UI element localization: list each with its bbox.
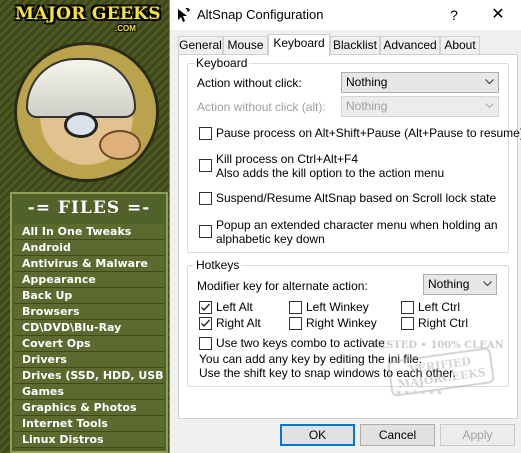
suspend-resume-label: Suspend/Resume AltSnap based on Scroll l… xyxy=(216,191,497,205)
checkmark-icon xyxy=(201,303,211,312)
modifier-key-label: Modifier key for alternate action: xyxy=(197,279,368,293)
action-without-click-select[interactable]: Nothing xyxy=(341,72,499,93)
files-menu: -= FILES =- All In One Tweaks Android An… xyxy=(10,192,168,453)
right-winkey-checkbox[interactable] xyxy=(289,317,302,330)
tab-blacklist[interactable]: Blacklist xyxy=(330,36,380,55)
category-link[interactable]: Drivers xyxy=(14,352,164,368)
altsnap-config-dialog: AltSnap Configuration ? ✕ General Mouse … xyxy=(169,0,521,453)
help-button[interactable]: ? xyxy=(436,4,472,26)
category-link[interactable]: All In One Tweaks xyxy=(14,224,164,240)
keyboard-tab-panel: Keyboard Action without click: Nothing A… xyxy=(178,54,521,419)
chevron-down-icon xyxy=(485,79,494,87)
cancel-button[interactable]: Cancel xyxy=(360,424,435,446)
modifier-key-value: Nothing xyxy=(428,277,470,291)
close-button[interactable]: ✕ xyxy=(480,4,516,26)
left-ctrl-checkbox[interactable] xyxy=(401,301,414,314)
left-winkey-checkbox[interactable] xyxy=(289,301,302,314)
kill-process-sublabel: Also adds the kill option to the action … xyxy=(216,166,445,180)
chevron-down-icon xyxy=(485,103,494,111)
category-link[interactable]: Games xyxy=(14,384,164,400)
category-link[interactable]: Browsers xyxy=(14,304,164,320)
tab-general[interactable]: General xyxy=(178,36,223,55)
logo-subtext: .COM xyxy=(115,24,136,33)
popup-char-menu-label: Popup an extended character menu when ho… xyxy=(216,218,498,232)
category-link[interactable]: Graphics & Photos xyxy=(14,400,164,416)
action-without-click-alt-select[interactable]: Nothing xyxy=(341,96,499,117)
files-category-list: All In One Tweaks Android Antivirus & Ma… xyxy=(12,224,166,448)
right-alt-label: Right Alt xyxy=(216,316,261,330)
tab-about[interactable]: About xyxy=(440,36,480,55)
category-link[interactable]: Linux Distros xyxy=(14,432,164,448)
popup-char-menu-checkbox[interactable] xyxy=(199,225,212,238)
ok-button[interactable]: OK xyxy=(280,424,355,446)
left-alt-checkbox[interactable] xyxy=(199,301,212,314)
tab-advanced[interactable]: Advanced xyxy=(380,36,440,55)
pause-process-checkbox[interactable] xyxy=(199,127,212,140)
right-alt-checkbox[interactable] xyxy=(199,317,212,330)
action-without-click-value: Nothing xyxy=(346,75,388,89)
category-link[interactable]: Internet Tools xyxy=(14,416,164,432)
category-link[interactable]: Back Up xyxy=(14,288,164,304)
right-ctrl-label: Right Ctrl xyxy=(418,316,469,330)
right-winkey-label: Right Winkey xyxy=(306,316,377,330)
title-bar[interactable]: AltSnap Configuration ? ✕ xyxy=(170,0,521,30)
ini-info-text: You can add any key by editing the ini f… xyxy=(199,352,423,366)
logo-text: MAJOR GEEKS xyxy=(15,4,161,24)
action-without-click-label: Action without click: xyxy=(197,76,302,90)
tab-keyboard[interactable]: Keyboard xyxy=(268,34,330,56)
popup-char-menu-label-line2: alphabetic key down xyxy=(216,232,325,246)
right-ctrl-checkbox[interactable] xyxy=(401,317,414,330)
modifier-key-select[interactable]: Nothing xyxy=(423,274,497,295)
two-keys-combo-label: Use two keys combo to activate xyxy=(216,336,385,350)
kill-process-checkbox[interactable] xyxy=(199,159,212,172)
apply-button[interactable]: Apply xyxy=(440,424,515,446)
left-ctrl-label: Left Ctrl xyxy=(418,300,461,314)
mascot-nose xyxy=(99,130,141,160)
keyboard-group-title: Keyboard xyxy=(194,56,250,70)
category-link[interactable]: Appearance xyxy=(14,272,164,288)
files-header: -= FILES =- xyxy=(27,198,151,218)
category-link[interactable]: Antivirus & Malware xyxy=(14,256,164,272)
suspend-resume-checkbox[interactable] xyxy=(199,192,212,205)
hotkeys-group-title: Hotkeys xyxy=(194,258,242,272)
tab-mouse[interactable]: Mouse xyxy=(223,36,268,55)
kill-process-label: Kill process on Ctrl+Alt+F4 xyxy=(216,152,359,166)
pause-process-label: Pause process on Alt+Shift+Pause (Alt+Pa… xyxy=(216,126,521,140)
category-link[interactable]: CD\DVD\Blu-Ray xyxy=(14,320,164,336)
chevron-down-icon xyxy=(483,281,492,289)
category-link[interactable]: Covert Ops xyxy=(14,336,164,352)
left-winkey-label: Left Winkey xyxy=(306,300,369,314)
window-title: AltSnap Configuration xyxy=(197,7,324,22)
category-link[interactable]: Android xyxy=(14,240,164,256)
left-alt-label: Left Alt xyxy=(216,300,253,314)
mascot-glasses xyxy=(64,112,98,138)
altsnap-app-icon xyxy=(176,7,192,23)
shift-snap-info-text: Use the shift key to snap windows to eac… xyxy=(199,366,456,380)
majorgeeks-logo[interactable] xyxy=(4,30,169,182)
two-keys-combo-checkbox[interactable] xyxy=(199,337,212,350)
action-without-click-alt-label: Action without click (alt): xyxy=(197,100,326,114)
action-without-click-alt-value: Nothing xyxy=(346,99,388,113)
category-link[interactable]: Drives (SSD, HDD, USB) xyxy=(14,368,164,384)
checkmark-icon xyxy=(201,319,211,328)
